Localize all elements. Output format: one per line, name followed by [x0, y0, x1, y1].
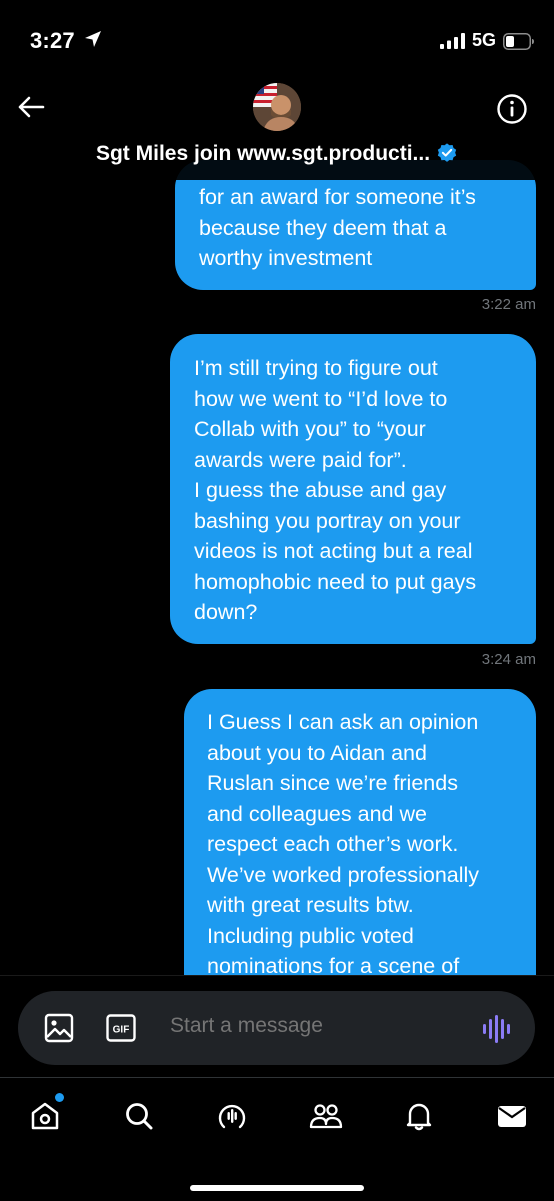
status-bar: 3:27 5G: [0, 0, 554, 80]
home-notification-dot: [55, 1093, 64, 1102]
message-line: Ruslan since we’re friends: [207, 771, 458, 795]
message-line: I’m still trying to figure out: [194, 356, 438, 380]
gif-icon[interactable]: GIF: [106, 1014, 136, 1042]
back-button[interactable]: [14, 90, 48, 124]
message-line: down?: [194, 600, 258, 624]
message-timestamp: 3:24 am: [481, 651, 536, 668]
tab-messages[interactable]: [494, 1098, 530, 1134]
message-line: Collab with you” to “your: [194, 417, 426, 441]
composer: GIF: [18, 991, 535, 1065]
battery-icon: [503, 33, 534, 50]
spaces-icon: [218, 1104, 246, 1129]
message-bubble[interactable]: I Guess I can ask an opinion about you t…: [184, 689, 536, 975]
message-line: I Guess I can ask an opinion: [207, 710, 479, 734]
status-time: 3:27: [30, 28, 75, 53]
bell-icon: [406, 1103, 432, 1131]
info-button[interactable]: [495, 92, 529, 126]
search-icon: [126, 1103, 153, 1130]
message-line: nominations for a scene of: [207, 954, 460, 975]
message-line: how we went to “I’d love to: [194, 386, 448, 411]
message-line: homophobic need to put gays: [194, 569, 477, 594]
network-label: 5G: [472, 30, 497, 50]
message-timestamp: 3:22 am: [481, 296, 536, 313]
verified-badge-icon: [437, 143, 457, 162]
message-line: about you to Aidan and: [207, 740, 427, 765]
message-line: videos is not acting but a real: [194, 539, 473, 563]
signal-icon: [440, 33, 465, 49]
message-line: because they deem that a: [199, 215, 447, 240]
mail-icon: [498, 1106, 526, 1127]
gif-label: GIF: [113, 1025, 130, 1036]
message-line: respect each other’s work.: [207, 832, 459, 856]
avatar-image: [253, 83, 301, 131]
message-line: I guess the abuse and gay: [194, 478, 447, 502]
contact-name-row[interactable]: Sgt Miles join www.sgt.producti...: [0, 142, 554, 166]
message-line: We’ve worked professionally: [207, 862, 480, 887]
composer-area: GIF: [0, 975, 554, 1078]
home-indicator: [190, 1185, 364, 1191]
contact-name: Sgt Miles join www.sgt.producti...: [95, 142, 431, 165]
message-line: for an award for someone it’s: [199, 185, 476, 209]
message-line: bashing you portray on your: [194, 508, 461, 533]
message-bubble[interactable]: I’m still trying to figure out how we we…: [170, 334, 536, 644]
avatar[interactable]: [253, 83, 301, 131]
image-icon[interactable]: [44, 1013, 74, 1043]
location-arrow-icon: [85, 31, 101, 47]
conversation-header: Sgt Miles join www.sgt.producti...: [0, 80, 554, 180]
tab-bar: [0, 1077, 554, 1201]
message-input[interactable]: [170, 1014, 460, 1038]
tab-home[interactable]: [27, 1098, 63, 1134]
tab-notifications[interactable]: [401, 1098, 437, 1134]
tab-communities[interactable]: [308, 1098, 344, 1134]
voice-icon[interactable]: [481, 1014, 511, 1044]
tab-spaces[interactable]: [214, 1098, 250, 1134]
message-line: awards were paid for”.: [194, 447, 407, 472]
message-line: and colleagues and we: [207, 801, 427, 826]
message-line: Including public voted: [207, 923, 414, 948]
home-icon: [31, 1102, 59, 1130]
info-icon: [497, 94, 527, 124]
back-arrow-icon: [18, 96, 45, 118]
message-line: with great results btw.: [207, 893, 414, 917]
communities-icon: [309, 1104, 343, 1129]
message-line: worthy investment: [199, 246, 373, 270]
tab-search[interactable]: [121, 1098, 157, 1134]
